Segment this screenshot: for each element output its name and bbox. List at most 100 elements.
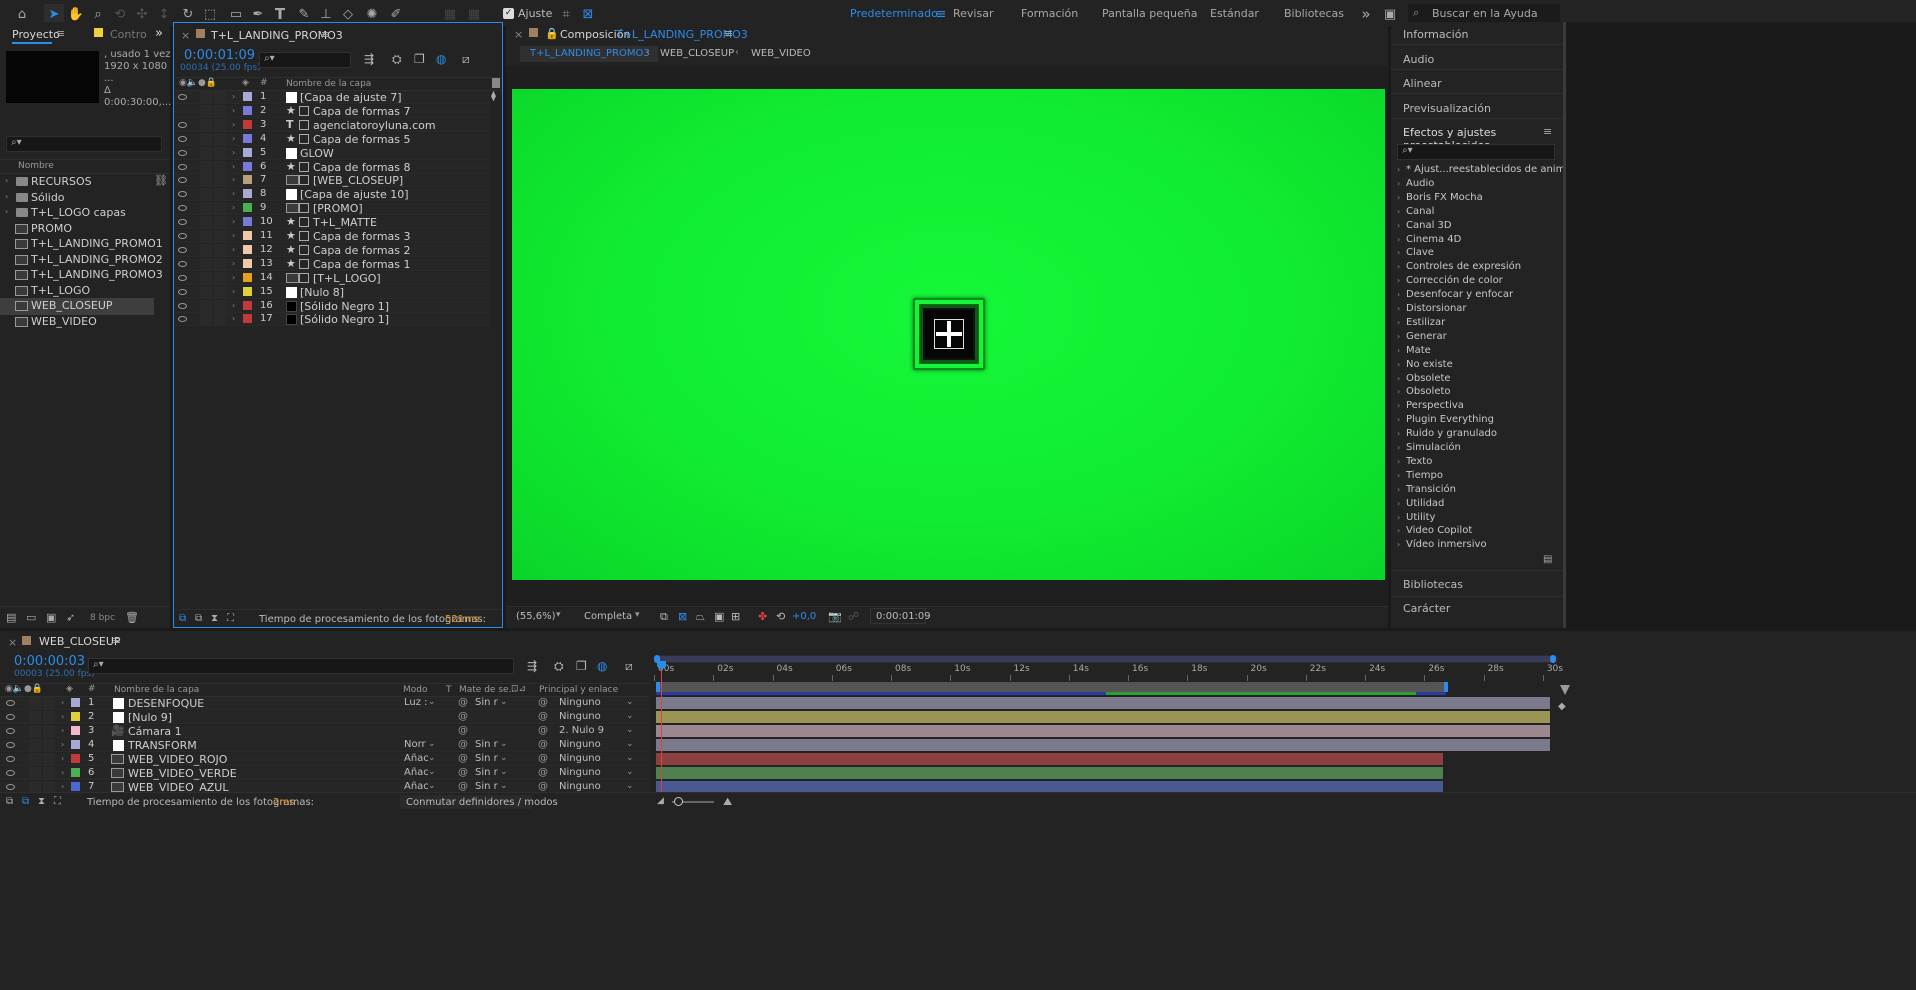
orbit-camera-icon[interactable]: ⟲ (110, 4, 130, 24)
label-color-swatch[interactable] (243, 105, 252, 115)
pickwhip-icon[interactable]: @ (458, 725, 468, 736)
chevron-right-icon[interactable]: › (1397, 429, 1400, 438)
table-row[interactable]: › 13 ★ Capa de formas 1 (174, 257, 489, 271)
transfer-controls-icon[interactable]: ⧉ (195, 613, 202, 624)
chevron-right-icon[interactable]: › (1397, 276, 1400, 285)
keyframe-navigator-icon[interactable]: ⧫ (491, 91, 496, 102)
close-icon[interactable]: × (181, 29, 190, 42)
playhead[interactable] (661, 661, 662, 795)
workspace-tab[interactable]: Revisar (953, 7, 993, 20)
eye-icon[interactable] (178, 274, 187, 281)
composition-flowchart-icon[interactable]: ⇶ (527, 659, 537, 673)
chevron-right-icon[interactable]: › (1397, 401, 1400, 410)
bit-depth[interactable]: 8 bpc (90, 613, 115, 623)
selection-tool-icon[interactable]: ➤ (44, 4, 64, 24)
zoom-slider-handle[interactable] (674, 797, 683, 806)
pan-camera-icon[interactable]: ✣ (132, 4, 152, 24)
solo-switch[interactable] (200, 271, 212, 284)
snap-checkbox[interactable]: ✓ (503, 8, 514, 19)
layer-search-input[interactable]: ⌕▾ (259, 52, 351, 68)
layer-duration-bar[interactable] (656, 753, 1443, 765)
solo-switch[interactable] (200, 299, 212, 312)
motion-blur-icon[interactable]: ◍ (597, 659, 607, 673)
list-item[interactable]: T+L_LANDING_PROMO2 (0, 252, 170, 269)
hand-tool-icon[interactable]: ✋ (66, 4, 86, 24)
breadcrumb-web-closeup[interactable]: WEB_CLOSEUP (660, 48, 734, 59)
chevron-right-icon[interactable]: › (5, 207, 8, 216)
label-color-swatch[interactable] (243, 244, 252, 254)
chevron-right-icon[interactable]: › (232, 203, 235, 212)
flowchart-icon[interactable]: ⛓ (154, 174, 168, 187)
label-color-swatch[interactable] (243, 147, 252, 157)
table-row[interactable]: › 14 [T+L_LOGO] (174, 271, 489, 285)
render-time-icon[interactable]: ⛶ (54, 796, 61, 807)
chevron-right-icon[interactable]: › (232, 106, 235, 115)
layer-duration-bar[interactable] (656, 739, 1550, 751)
brush-tool-icon[interactable]: ✎ (294, 4, 314, 24)
effect-category[interactable]: › Vídeo inmersivo (1391, 539, 1563, 556)
snapshot-icon[interactable]: 📷 (828, 610, 842, 623)
solo-switch[interactable] (200, 132, 212, 145)
eye-icon[interactable] (6, 784, 15, 790)
table-row[interactable]: › 3 🎥 Cámara 1 @ @2. Nulo 9 ⌄ (0, 724, 650, 738)
table-row[interactable]: › 11 ★ Capa de formas 3 (174, 229, 489, 243)
blend-mode-dropdown[interactable]: Añac (404, 767, 429, 781)
viewer-area[interactable] (506, 66, 1388, 606)
chevron-right-icon[interactable]: › (1397, 471, 1400, 480)
roto-brush-icon[interactable]: ✺ (362, 4, 382, 24)
layer-search-input[interactable]: ⌕▾ (88, 658, 514, 674)
workspace-tab[interactable]: Estándar (1210, 7, 1259, 20)
label-color-swatch[interactable] (243, 92, 252, 101)
label-color-swatch[interactable] (71, 712, 80, 721)
close-icon[interactable]: × (514, 28, 523, 41)
lock-switch[interactable] (214, 188, 226, 201)
lock-switch[interactable] (43, 697, 55, 709)
lock-switch[interactable] (214, 91, 226, 103)
chevron-right-icon[interactable]: › (232, 120, 235, 129)
parent-pickwhip-icon[interactable]: @ (538, 753, 548, 764)
mask-visibility-icon[interactable]: ⏢ (696, 610, 705, 624)
snap-feature-icon[interactable]: ⊠ (578, 4, 598, 24)
table-row[interactable]: › 1 DESENFOQUE Luz : ⌄ @ Sin r ⌄ @ Ninguno ⌄ (0, 697, 650, 710)
lock-switch[interactable] (43, 711, 55, 723)
table-row[interactable]: › 9 [PROMO] (174, 202, 489, 216)
work-area-bar[interactable] (656, 682, 1448, 692)
chevron-right-icon[interactable]: › (232, 175, 235, 184)
chevron-right-icon[interactable]: › (61, 726, 64, 735)
work-area-navigator[interactable] (654, 655, 1558, 663)
chevron-right-icon[interactable]: › (1397, 540, 1400, 549)
label-color-swatch[interactable] (71, 740, 80, 749)
track-matte-dropdown[interactable]: Sin r (475, 753, 498, 767)
lock-switch[interactable] (214, 285, 226, 298)
label-color-swatch[interactable] (243, 286, 252, 296)
layer-duration-bar[interactable] (656, 767, 1443, 779)
composition-flowchart-icon[interactable]: ⇶ (364, 52, 374, 66)
chevron-right-icon[interactable]: › (1397, 221, 1400, 230)
chevron-right-icon[interactable]: › (1397, 290, 1400, 299)
list-item[interactable]: T+L_LOGO (0, 283, 170, 300)
solo-switch[interactable] (200, 230, 212, 242)
solo-switch[interactable] (200, 174, 212, 187)
table-row[interactable]: › 6 ★ Capa de formas 8 (174, 160, 489, 174)
more-workspaces-icon[interactable]: » (1356, 4, 1376, 24)
zoom-tool-icon[interactable]: ⌕ (88, 4, 108, 24)
solo-switch[interactable] (29, 767, 41, 779)
lock-switch[interactable] (214, 230, 226, 242)
snap-options-icon[interactable]: ⌗ (556, 4, 576, 24)
align-icon[interactable]: ▦ (440, 4, 460, 24)
chevron-right-icon[interactable]: › (61, 712, 64, 721)
breadcrumb-promo3[interactable]: T+L_LANDING_PROMO3 (530, 48, 650, 59)
eye-icon[interactable] (178, 205, 187, 212)
label-color-swatch[interactable] (243, 272, 252, 282)
home-icon[interactable]: ⌂ (12, 4, 32, 24)
trash-icon[interactable]: 🗑 (125, 611, 139, 624)
effects-search-input[interactable]: ⌕▾ (1397, 144, 1555, 160)
eye-icon[interactable] (178, 246, 187, 253)
zoom-out-icon[interactable]: ◢ (657, 796, 664, 806)
label-color-swatch[interactable] (71, 698, 80, 707)
color-channels-icon[interactable]: ✤ (758, 610, 767, 623)
chevron-right-icon[interactable]: › (232, 301, 235, 310)
table-row[interactable]: › 16 [Sólido Negro 1] (174, 299, 489, 313)
exposure-value[interactable]: +0,0 (792, 611, 816, 622)
table-row[interactable]: › 5 WEB_VIDEO_ROJO Añac ⌄ @ Sin r ⌄ @ Ninguno ⌄ (0, 753, 650, 766)
